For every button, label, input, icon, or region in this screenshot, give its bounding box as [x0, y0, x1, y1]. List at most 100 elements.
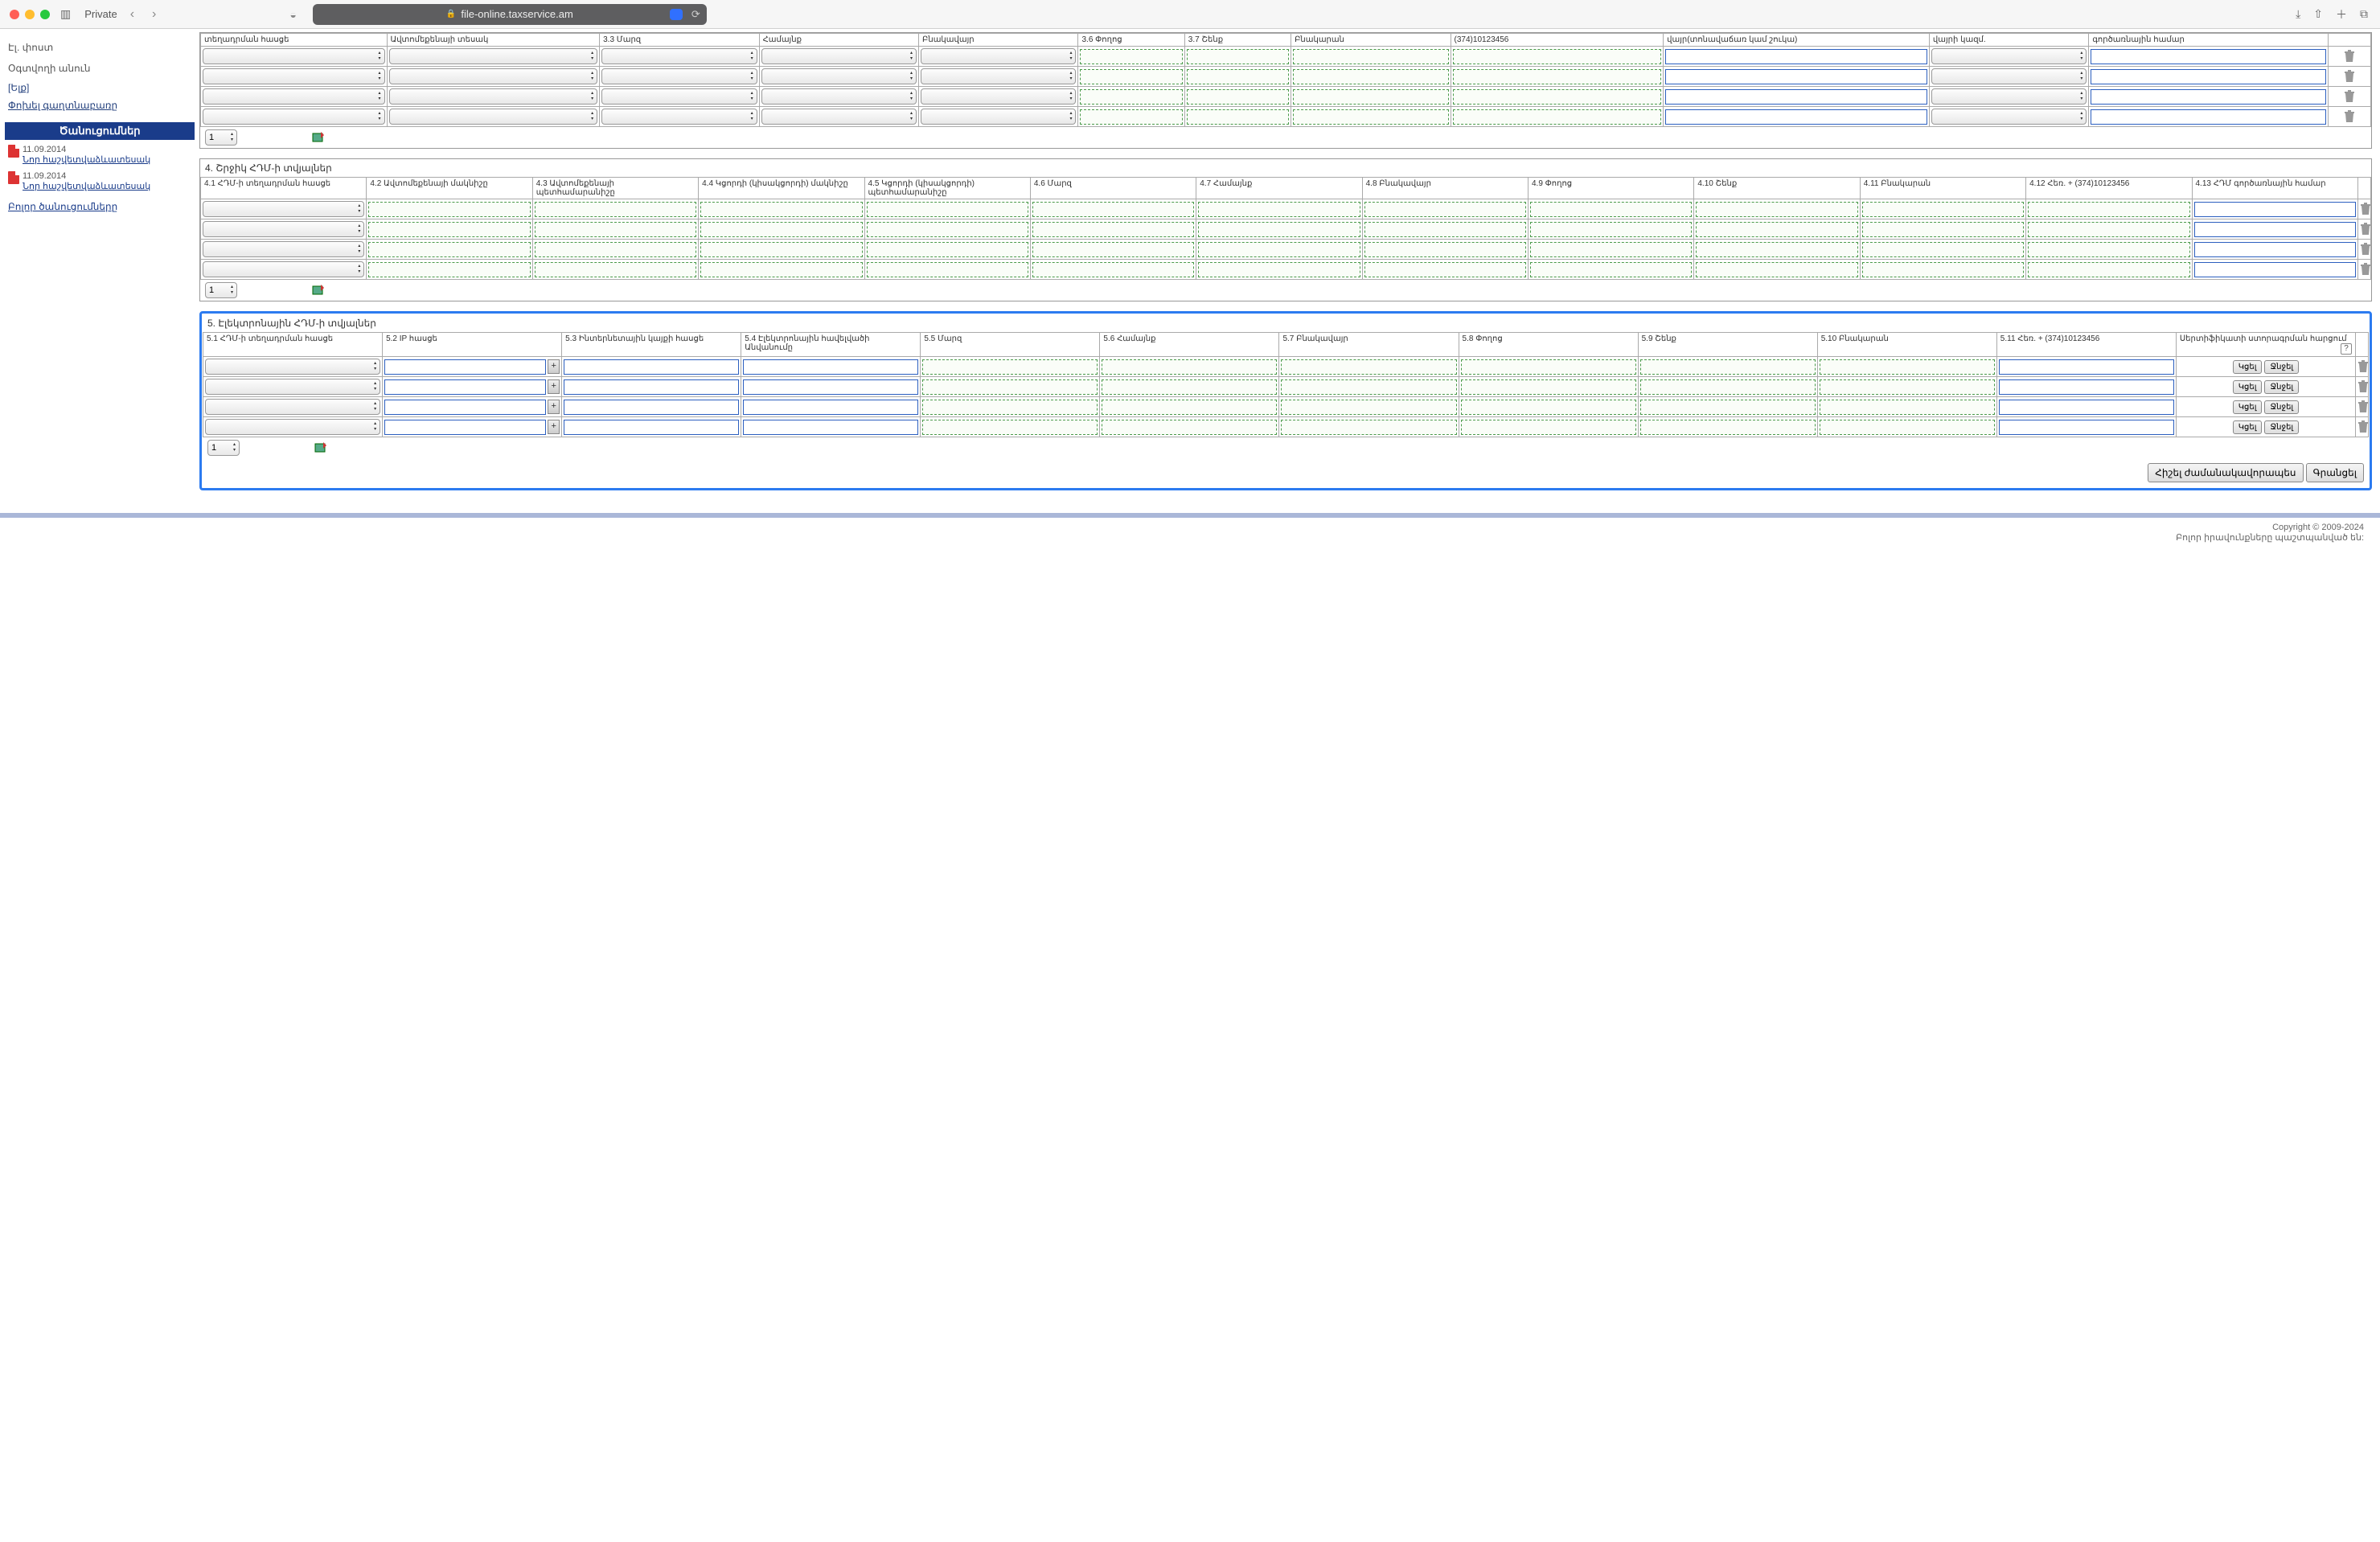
delete-cert-button[interactable]: Ջնջել: [2264, 400, 2299, 414]
text-input[interactable]: [2091, 69, 2326, 84]
select-input[interactable]: [761, 48, 917, 64]
add-ip-button[interactable]: +: [548, 379, 560, 394]
select-input[interactable]: [203, 88, 385, 105]
add-ip-button[interactable]: +: [548, 420, 560, 434]
delete-row-icon[interactable]: [2357, 420, 2369, 433]
delete-row-icon[interactable]: [2360, 203, 2371, 215]
select-input[interactable]: [1931, 88, 2087, 105]
select-input[interactable]: [601, 88, 757, 105]
text-input[interactable]: [1665, 69, 1927, 84]
all-notices-link[interactable]: Բոլոր ծանուցումները: [5, 198, 195, 215]
ip-input[interactable]: [384, 359, 546, 375]
delete-row-icon[interactable]: [2360, 263, 2371, 276]
delete-row-icon[interactable]: [2357, 400, 2369, 413]
select-input[interactable]: [389, 88, 598, 105]
select-input[interactable]: [1931, 68, 2087, 84]
text-input[interactable]: [564, 420, 739, 435]
text-input[interactable]: [2091, 89, 2326, 105]
select-input[interactable]: [1931, 109, 2087, 125]
forward-button[interactable]: ›: [147, 7, 161, 22]
select-input[interactable]: [921, 109, 1076, 125]
maximize-window-icon[interactable]: [40, 10, 50, 19]
select-input[interactable]: [601, 48, 757, 64]
minimize-window-icon[interactable]: [25, 10, 35, 19]
sidebar-toggle-icon[interactable]: ▥: [58, 7, 73, 21]
delete-cert-button[interactable]: Ջնջել: [2264, 420, 2299, 434]
select-input[interactable]: [601, 109, 757, 125]
text-input[interactable]: [743, 359, 918, 375]
section-4-add-count[interactable]: 1: [205, 282, 237, 298]
delete-row-icon[interactable]: [2344, 70, 2355, 83]
select-input[interactable]: [205, 419, 380, 435]
phone-input[interactable]: [1999, 379, 2174, 395]
section-4-add-button[interactable]: [311, 283, 326, 297]
select-input[interactable]: [1931, 48, 2087, 64]
reader-icon[interactable]: [670, 9, 683, 20]
select-input[interactable]: [205, 399, 380, 415]
select-input[interactable]: [389, 48, 598, 64]
text-input[interactable]: [2194, 202, 2357, 217]
save-temp-button[interactable]: Հիշել ժամանակավորապես: [2148, 463, 2303, 482]
privacy-shield-icon[interactable]: ◒: [289, 8, 296, 21]
delete-row-icon[interactable]: [2344, 50, 2355, 63]
select-input[interactable]: [921, 68, 1076, 84]
section-5-add-count[interactable]: 1: [207, 440, 240, 456]
delete-cert-button[interactable]: Ջնջել: [2264, 360, 2299, 374]
text-input[interactable]: [743, 400, 918, 415]
delete-cert-button[interactable]: Ջնջել: [2264, 380, 2299, 394]
attach-cert-button[interactable]: Կցել: [2233, 360, 2263, 374]
text-input[interactable]: [1665, 89, 1927, 105]
text-input[interactable]: [564, 379, 739, 395]
select-input[interactable]: [203, 68, 385, 84]
delete-row-icon[interactable]: [2357, 380, 2369, 393]
select-input[interactable]: [921, 48, 1076, 64]
select-input[interactable]: [203, 201, 364, 217]
select-input[interactable]: [389, 68, 598, 84]
attach-cert-button[interactable]: Կցել: [2233, 380, 2263, 394]
select-input[interactable]: [203, 241, 364, 257]
attach-cert-button[interactable]: Կցել: [2233, 400, 2263, 414]
add-ip-button[interactable]: +: [548, 359, 560, 374]
select-input[interactable]: [203, 221, 364, 237]
text-input[interactable]: [2194, 242, 2357, 257]
add-ip-button[interactable]: +: [548, 400, 560, 414]
select-input[interactable]: [203, 109, 385, 125]
phone-input[interactable]: [1999, 420, 2174, 435]
url-bar[interactable]: 🔒 file-online.taxservice.am ⟳: [313, 4, 707, 25]
delete-row-icon[interactable]: [2344, 90, 2355, 103]
section-3-add-button[interactable]: [311, 130, 326, 145]
delete-row-icon[interactable]: [2344, 110, 2355, 123]
select-input[interactable]: [203, 261, 364, 277]
new-tab-icon[interactable]: ＋: [2333, 6, 2349, 23]
select-input[interactable]: [389, 109, 598, 125]
text-input[interactable]: [2194, 262, 2357, 277]
text-input[interactable]: [564, 400, 739, 415]
text-input[interactable]: [564, 359, 739, 375]
section-3-add-count[interactable]: 1: [205, 129, 237, 146]
notice-link[interactable]: Նոր հաշվետվաձևատեսակ: [23, 181, 150, 191]
help-icon[interactable]: ?: [2341, 343, 2352, 355]
ip-input[interactable]: [384, 400, 546, 415]
phone-input[interactable]: [1999, 400, 2174, 415]
attach-cert-button[interactable]: Կցել: [2233, 420, 2263, 434]
text-input[interactable]: [1665, 109, 1927, 125]
text-input[interactable]: [1665, 49, 1927, 64]
back-button[interactable]: ‹: [125, 7, 139, 22]
text-input[interactable]: [743, 420, 918, 435]
delete-row-icon[interactable]: [2360, 223, 2371, 236]
select-input[interactable]: [921, 88, 1076, 105]
close-window-icon[interactable]: [10, 10, 19, 19]
ip-input[interactable]: [384, 420, 546, 435]
notice-link[interactable]: Նոր հաշվետվաձևատեսակ: [23, 154, 150, 165]
downloads-icon[interactable]: ⤓: [2293, 7, 2303, 21]
select-input[interactable]: [203, 48, 385, 64]
phone-input[interactable]: [1999, 359, 2174, 375]
logout-link[interactable]: [Ելք]: [5, 79, 195, 96]
ip-input[interactable]: [384, 379, 546, 395]
select-input[interactable]: [205, 359, 380, 375]
text-input[interactable]: [2091, 109, 2326, 125]
text-input[interactable]: [2091, 49, 2326, 64]
select-input[interactable]: [761, 109, 917, 125]
text-input[interactable]: [2194, 222, 2357, 237]
select-input[interactable]: [761, 68, 917, 84]
